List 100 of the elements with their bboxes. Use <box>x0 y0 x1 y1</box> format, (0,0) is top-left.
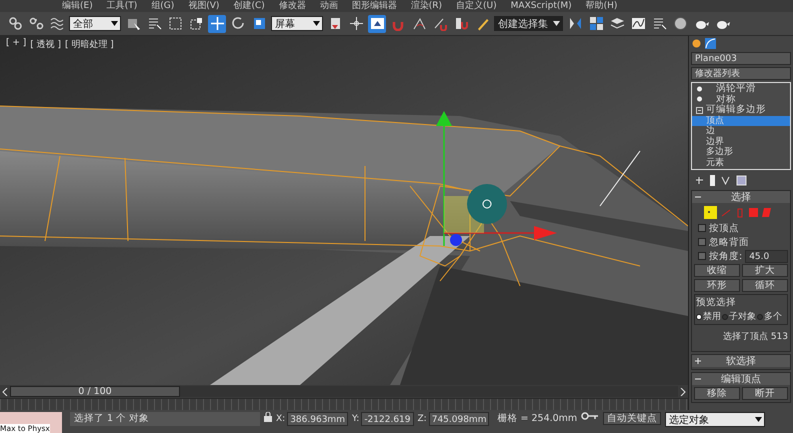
rollout-header[interactable]: 软选择 <box>692 355 790 367</box>
collapse-icon[interactable] <box>696 106 703 114</box>
stack-sub-item[interactable]: 边界 <box>692 136 790 147</box>
checkbox-label: 忽略背面 <box>709 236 749 248</box>
group-title: 预览选择 <box>696 296 737 309</box>
key-icon[interactable] <box>581 412 600 420</box>
caret-icon[interactable] <box>313 21 320 26</box>
viewport-label[interactable]: [ 明暗处理 ] <box>65 38 114 51</box>
dropdown[interactable]: 创建选择集 <box>494 16 563 31</box>
curve-chart-icon <box>630 16 646 31</box>
checkbox-label: 按角度: <box>709 250 742 262</box>
toolbar-button[interactable] <box>671 14 689 32</box>
menu-item[interactable]: 图形编辑器 <box>352 0 397 12</box>
collapse-icon[interactable] <box>695 194 701 200</box>
button[interactable]: 循环 <box>742 279 788 292</box>
pin-icon[interactable] <box>695 176 704 184</box>
fork-icon[interactable] <box>721 176 730 184</box>
viewport-label[interactable]: [ + ] <box>6 38 26 51</box>
spinner-magnet-icon <box>454 16 468 31</box>
cursor-icon <box>126 16 140 31</box>
menu-item[interactable]: 帮助(H) <box>586 0 618 12</box>
stack-item[interactable]: 可编辑多边形 <box>692 105 790 116</box>
button[interactable]: 移除 <box>694 387 740 400</box>
bar-icon[interactable] <box>710 174 715 186</box>
screen-icon <box>370 16 384 31</box>
viewport-label[interactable]: [ 透视 ] <box>30 38 62 51</box>
caret-icon[interactable] <box>553 21 560 26</box>
layers-icon <box>610 16 624 31</box>
collapse-icon[interactable] <box>695 376 701 382</box>
stack-sub-item[interactable]: 元素 <box>692 158 790 168</box>
curve-icon[interactable] <box>705 38 716 49</box>
dropdown[interactable]: 全部 <box>69 16 121 31</box>
button[interactable]: 环形 <box>694 279 740 292</box>
radio-button[interactable] <box>696 314 702 320</box>
stack-sub-item[interactable]: 边 <box>692 126 790 136</box>
axis-label: X: <box>276 414 286 424</box>
grid-icon <box>588 16 604 31</box>
menu-item[interactable]: 修改器 <box>278 0 306 12</box>
stack-sub-item[interactable]: 多边形 <box>692 147 790 158</box>
auto-key-button[interactable]: 自动关键点 <box>603 412 662 425</box>
menu-item[interactable]: 自定义(U) <box>456 0 497 12</box>
menu-item[interactable]: 动画 <box>320 0 338 12</box>
radio-label: 子对象 <box>729 310 756 323</box>
scale-icon <box>252 16 266 31</box>
menu-item[interactable]: 视图(V) <box>188 0 220 12</box>
move-icon <box>210 16 224 31</box>
chevron-left-icon[interactable] <box>2 388 8 396</box>
radio-button[interactable] <box>722 314 728 320</box>
mirror-icon <box>568 16 582 31</box>
modifier-list-dropdown[interactable]: 修改器列表 <box>691 67 791 80</box>
wave-icon <box>50 16 64 31</box>
rollout-header[interactable]: 编辑顶点 <box>692 373 790 385</box>
object-name-field[interactable]: Plane003 <box>691 52 791 65</box>
lock-icon[interactable] <box>264 412 272 422</box>
crosshair-icon <box>348 16 364 31</box>
axis-label: Z: <box>418 414 427 424</box>
menu-item[interactable]: 组(G) <box>151 0 174 12</box>
time-slider-thumb[interactable]: 0 / 100 <box>10 386 180 397</box>
link-icon <box>8 16 22 31</box>
button[interactable]: 断开 <box>742 387 788 400</box>
menu-item[interactable]: 创建(C) <box>233 0 265 12</box>
toolbar-button[interactable] <box>347 14 365 32</box>
button[interactable]: 扩大 <box>742 264 788 277</box>
menu-item[interactable]: 渲染(R) <box>410 0 442 12</box>
rotate-icon <box>230 16 246 31</box>
caret-icon[interactable] <box>111 21 118 26</box>
rollout-header[interactable]: 选择 <box>692 191 790 203</box>
list-icon <box>652 16 666 31</box>
caret-icon[interactable] <box>755 417 762 422</box>
checkbox[interactable] <box>698 224 706 232</box>
chevron-right-icon[interactable] <box>680 388 686 396</box>
dropdown[interactable]: 屏幕 <box>271 16 323 31</box>
button[interactable]: 收缩 <box>694 264 740 277</box>
toolbar-button[interactable] <box>587 14 605 32</box>
checkbox[interactable] <box>698 252 706 260</box>
menu-item[interactable]: MAXScript(M) <box>510 0 572 12</box>
checkbox[interactable] <box>698 238 706 246</box>
stack-item[interactable]: 对称 <box>692 94 790 105</box>
axis-label: Y: <box>352 414 360 424</box>
coordinate-field[interactable]: 386.963mm <box>287 412 348 426</box>
menu-item[interactable]: 工具(T) <box>106 0 138 12</box>
checkbox-label: 按顶点 <box>709 222 739 234</box>
chain-icon <box>28 16 44 31</box>
toolbar-button[interactable] <box>208 14 226 32</box>
radio-label: 多个 <box>764 310 782 323</box>
radio-button[interactable] <box>757 314 763 320</box>
coordinate-field[interactable]: 745.098mm <box>428 412 490 426</box>
sun-icon[interactable] <box>691 38 702 49</box>
dashed-rectangle-icon <box>168 16 182 31</box>
key-filter-dropdown[interactable]: 选定对象 <box>665 412 766 427</box>
menu-item[interactable]: 编辑(E) <box>62 0 93 12</box>
expand-icon[interactable] <box>695 358 701 364</box>
angle-input[interactable]: 45.0 <box>745 250 788 262</box>
selection-info: 选择了顶点 513 <box>722 330 788 344</box>
list-icon <box>146 16 162 31</box>
status-message: 选择了 1 个 对象 <box>70 412 260 426</box>
coordinate-field[interactable]: -2122.619 <box>361 412 414 426</box>
stack-item[interactable]: 涡轮平滑 <box>692 84 790 94</box>
toolbar-button[interactable] <box>368 14 386 32</box>
percent-magnet-icon <box>432 16 448 31</box>
